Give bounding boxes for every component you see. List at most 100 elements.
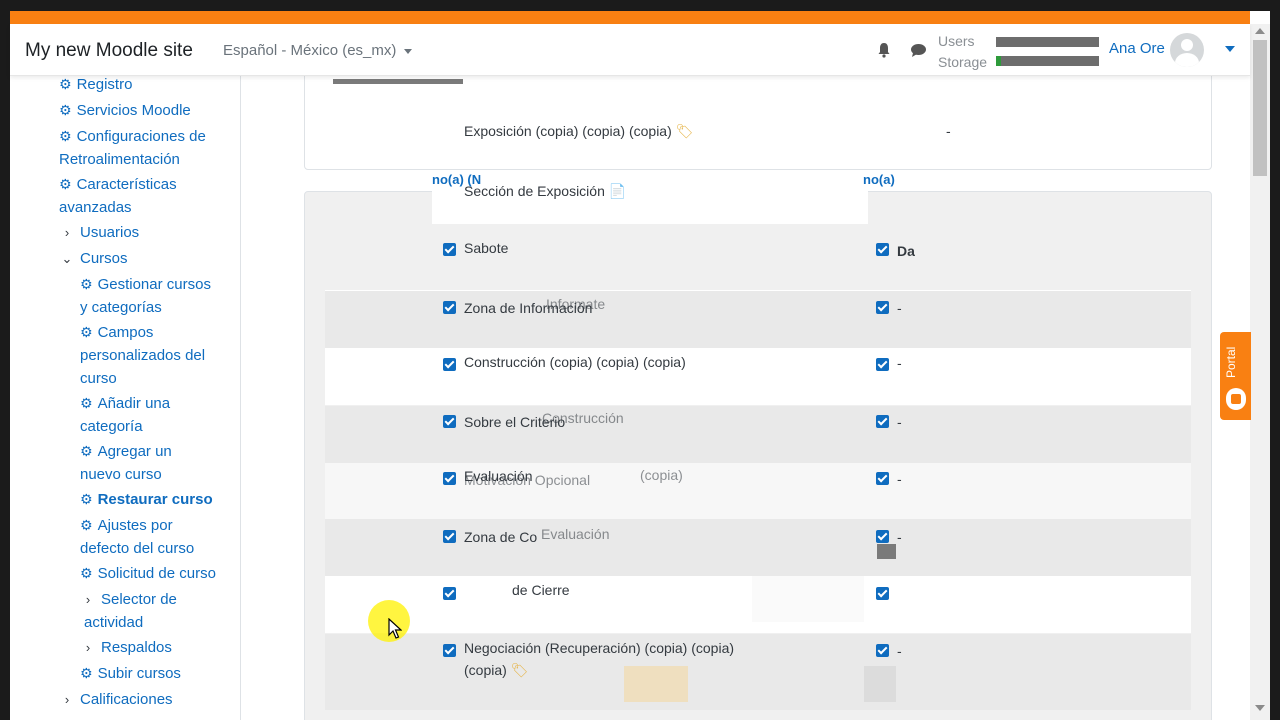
avatar[interactable] — [1170, 33, 1204, 67]
blurred-region — [624, 666, 688, 702]
window-left-edge — [0, 11, 10, 720]
blurred-block — [877, 544, 896, 559]
checkbox-construccion-include[interactable] — [443, 358, 456, 371]
checkbox-negociacion-userdata[interactable] — [876, 644, 889, 657]
sidebar-item-caracteristicas[interactable]: ⚙ Características — [59, 173, 177, 196]
sidebar-item-anadir-categoria-line2[interactable]: categoría — [80, 415, 143, 438]
site-name[interactable]: My new Moodle site — [25, 40, 193, 62]
top-navbar: My new Moodle site Español - México (es_… — [10, 24, 1250, 76]
sidebar-item-agregar-curso-line2[interactable]: nuevo curso — [80, 463, 162, 486]
gear-icon: ⚙ — [59, 76, 72, 92]
portal-label: Portal — [1224, 346, 1238, 378]
restore-section-card-top: Exposición (copia) (copia) (copia) 🏷 - — [304, 76, 1212, 170]
portal-icon — [1226, 388, 1246, 410]
window-top-edge — [0, 0, 1280, 11]
sidebar-item-ajustes-defecto-line2[interactable]: defecto del curso — [80, 537, 194, 560]
row-value-sobre-criterio: - — [897, 414, 902, 430]
sidebar-item-caracteristicas-line2[interactable]: avanzadas — [59, 196, 132, 219]
row-value-evaluacion: - — [897, 471, 902, 487]
chevron-right-icon: › — [64, 692, 70, 707]
sidebar-item-campos-line2[interactable]: personalizados del — [80, 344, 205, 367]
checkbox-zona-informacion-userdata[interactable] — [876, 301, 889, 314]
sidebar-item-gestionar-cursos-line2[interactable]: y categorías — [80, 296, 162, 319]
sidebar-item-solicitud-curso[interactable]: ⚙ Solicitud de curso — [80, 562, 216, 585]
column-header-right: no(a) — [863, 172, 895, 187]
checkbox-sabote-userdata[interactable] — [876, 243, 889, 256]
chevron-right-icon: › — [64, 225, 70, 240]
gear-icon: ⚙ — [59, 128, 72, 144]
checkbox-zona-co-include[interactable] — [443, 530, 456, 543]
gear-icon: ⚙ — [80, 324, 93, 340]
scroll-down-icon[interactable] — [1255, 705, 1265, 711]
theme-accent-bar — [10, 11, 1250, 24]
storage-quota-bar — [996, 56, 1099, 66]
chat-icon[interactable] — [910, 43, 927, 58]
scroll-up-icon[interactable] — [1255, 28, 1265, 34]
checkbox-zona-informacion-include[interactable] — [443, 301, 456, 314]
bell-icon[interactable] — [876, 42, 892, 58]
checkbox-sobre-criterio-userdata[interactable] — [876, 415, 889, 428]
sidebar-item-usuarios[interactable]: › Usuarios — [59, 221, 139, 244]
ghost-text: Evaluación — [541, 526, 610, 542]
ghost-text: Motivación Opcional — [464, 472, 591, 488]
sidebar-item-retroalimentacion-line2[interactable]: Retroalimentación — [59, 148, 180, 171]
checkbox-negociacion-include[interactable] — [443, 644, 456, 657]
row-label-construccion: Construcción (copia) (copia) (copia) — [464, 354, 686, 370]
sidebar-item-ajustes-defecto[interactable]: ⚙ Ajustes por — [80, 514, 173, 537]
sidebar-item-agregar-curso[interactable]: ⚙ Agregar un — [80, 440, 172, 463]
users-quota-bar — [996, 37, 1099, 47]
row-value-construccion: - — [897, 355, 902, 371]
row-label-exposicion: Exposición (copia) (copia) (copia) 🏷 — [464, 123, 694, 139]
sidebar-item-cursos[interactable]: ⌄ Cursos — [59, 247, 128, 270]
ghost-text: (copia) — [640, 467, 683, 483]
user-menu-chevron-icon[interactable] — [1225, 46, 1235, 52]
checkbox-evaluacion-include[interactable] — [443, 472, 456, 485]
sidebar-item-respaldos[interactable]: › Respaldos — [80, 636, 172, 659]
row-value-exposicion: - — [946, 123, 951, 139]
sidebar-item-campos-line3[interactable]: curso — [80, 367, 117, 390]
gear-icon: ⚙ — [59, 102, 72, 118]
user-name[interactable]: Ana Ore — [1109, 40, 1165, 57]
row-value-zona-informacion: - — [897, 300, 902, 316]
checkbox-construccion-userdata[interactable] — [876, 358, 889, 371]
blurred-region — [752, 576, 864, 622]
row-label-zona-co: Zona de Co — [464, 529, 538, 545]
language-label: Español - México (es_mx) — [223, 42, 397, 59]
gear-icon: ⚙ — [59, 176, 72, 192]
window-right-edge — [1270, 11, 1280, 720]
blurred-region — [864, 666, 896, 702]
checkbox-zona-co-userdata[interactable] — [876, 530, 889, 543]
sidebar-item-gestionar-cursos[interactable]: ⚙ Gestionar cursos — [80, 273, 211, 296]
gear-icon: ⚙ — [80, 395, 93, 411]
sidebar-item-registro[interactable]: ⚙ Registro — [59, 76, 132, 96]
gear-icon: ⚙ — [80, 565, 93, 581]
checkbox-sobre-criterio-include[interactable] — [443, 415, 456, 428]
file-icon: 📄 — [604, 183, 627, 199]
sidebar-item-selector-actividad[interactable]: › Selector de — [80, 588, 177, 611]
sidebar-item-restaurar-curso[interactable]: ⚙ Restaurar curso — [80, 488, 213, 511]
checkbox-cierre-include[interactable] — [443, 587, 456, 600]
checkbox-cierre-userdata[interactable] — [876, 587, 889, 600]
mouse-pointer-icon — [388, 618, 402, 639]
quota-users-label: Users — [938, 33, 975, 49]
language-menu[interactable]: Español - México (es_mx) — [223, 42, 413, 59]
table-row — [325, 291, 1191, 348]
sidebar-item-selector-actividad-line2[interactable]: actividad — [84, 611, 143, 634]
checkbox-evaluacion-userdata[interactable] — [876, 472, 889, 485]
sidebar-item-retroalimentacion[interactable]: ⚙ Configuraciones de — [59, 125, 206, 148]
table-row — [325, 519, 1191, 576]
gear-icon: ⚙ — [80, 665, 93, 681]
sidebar-item-anadir-categoria[interactable]: ⚙ Añadir una — [80, 392, 170, 415]
row-value-zona-co: - — [897, 529, 902, 545]
portal-tab[interactable]: Portal — [1220, 332, 1251, 420]
sidebar-item-calificaciones[interactable]: › Calificaciones — [59, 688, 173, 711]
table-row — [325, 348, 1191, 405]
row-value-negociacion: - — [897, 643, 902, 659]
sidebar-item-subir-cursos[interactable]: ⚙ Subir cursos — [80, 662, 181, 685]
checkbox-sabote-include[interactable] — [443, 243, 456, 256]
sidebar-item-campos[interactable]: ⚙ Campos — [80, 321, 153, 344]
scrollbar-thumb[interactable] — [1253, 40, 1267, 176]
quota-storage-label: Storage — [938, 54, 988, 70]
sidebar-item-servicios-moodle[interactable]: ⚙ Servicios Moodle — [59, 99, 191, 122]
tag-icon: 🏷 — [506, 662, 529, 678]
